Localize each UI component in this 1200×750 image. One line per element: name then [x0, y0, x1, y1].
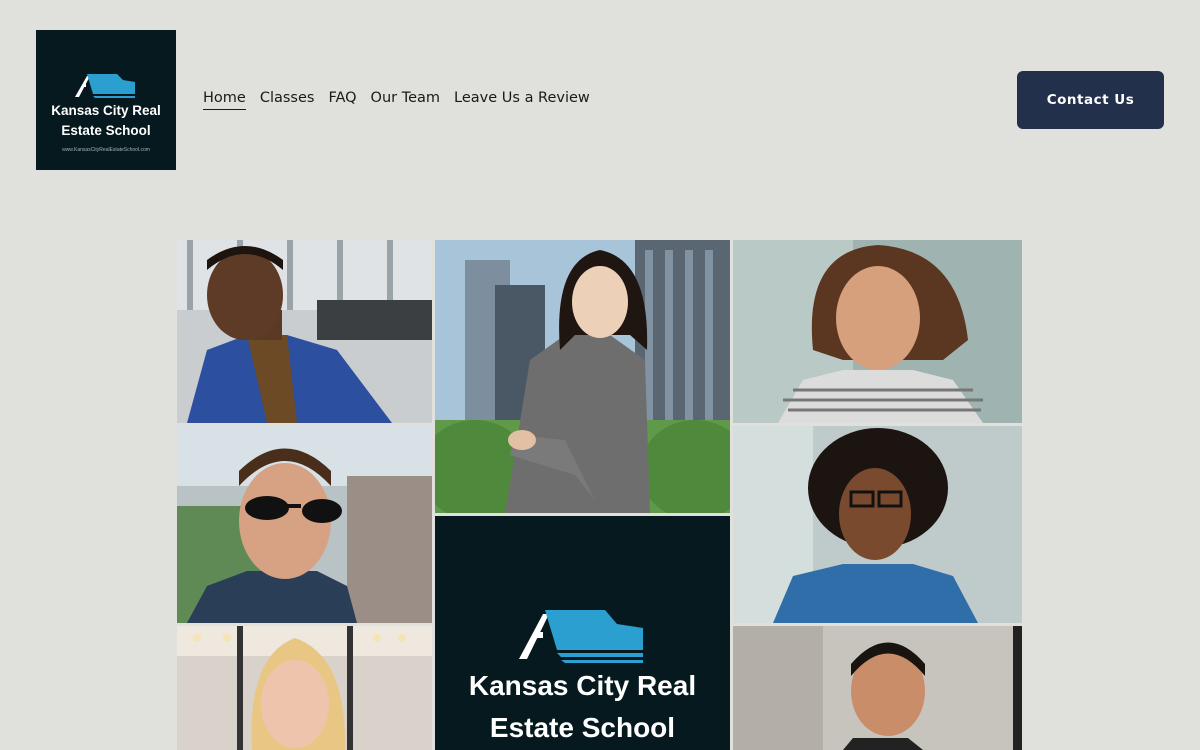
logo-line-2: Estate School: [61, 123, 151, 138]
brand-tile: Kansas City Real Estate School: [435, 516, 730, 750]
photo-woman-city: [435, 240, 730, 513]
brand-line-1: Kansas City Real: [468, 670, 697, 701]
photo-woman-glasses: [733, 426, 1022, 623]
photo-man-sunglasses: [177, 426, 432, 623]
main-nav: Home Classes FAQ Our Team Leave Us a Rev…: [203, 90, 590, 110]
photo-woman-striped: [733, 240, 1022, 423]
team-photo-collage: Kansas City Real Estate School: [177, 240, 1022, 750]
photo-woman-blonde: [177, 626, 432, 750]
nav-faq[interactable]: FAQ: [328, 90, 356, 110]
logo-line-1: Kansas City Real: [51, 103, 161, 118]
house-roof-icon: [519, 610, 643, 663]
photo-man-blue-blazer: [177, 240, 432, 423]
site-logo[interactable]: Kansas City Real Estate School www.Kansa…: [36, 30, 176, 170]
house-roof-icon: [75, 74, 135, 98]
contact-us-button[interactable]: Contact Us: [1017, 71, 1164, 129]
photo-man-suit: [733, 626, 1022, 750]
logo-url: www.KansasCityRealEstateSchool.com: [62, 147, 150, 153]
nav-home[interactable]: Home: [203, 90, 246, 110]
nav-our-team[interactable]: Our Team: [371, 90, 441, 110]
nav-classes[interactable]: Classes: [260, 90, 315, 110]
brand-line-2: Estate School: [489, 712, 676, 743]
nav-leave-review[interactable]: Leave Us a Review: [454, 90, 590, 110]
